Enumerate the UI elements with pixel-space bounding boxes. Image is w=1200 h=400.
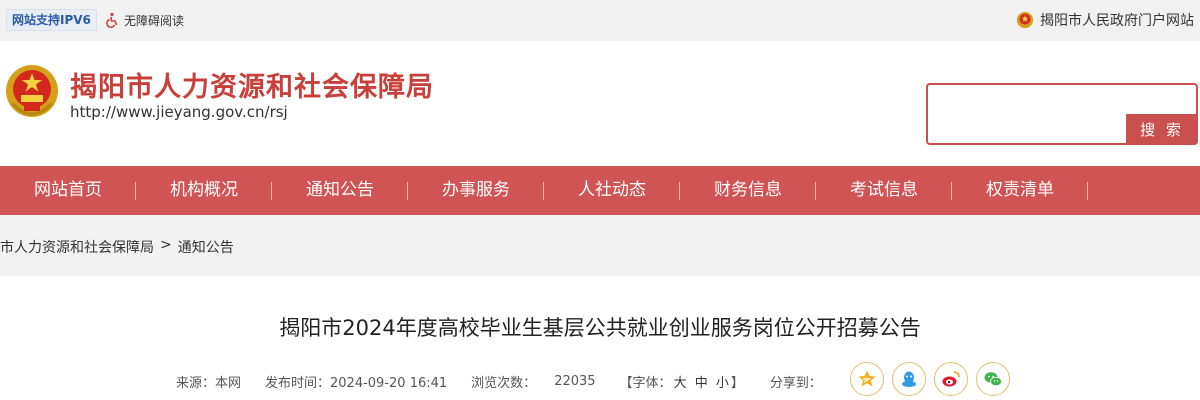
main-nav: 网站首页 机构概况 通知公告 办事服务 人社动态 财务信息 考试信息 权责清单 xyxy=(0,166,1200,215)
article-title: 揭阳市2024年度高校毕业生基层公共就业创业服务岗位公开招募公告 xyxy=(279,316,921,340)
nav-item-notices[interactable]: 通知公告 xyxy=(272,166,408,215)
qq-icon xyxy=(902,371,916,387)
accessibility-link[interactable]: 无障碍阅读 xyxy=(104,10,184,30)
breadcrumb-separator: > xyxy=(160,237,172,253)
nav-item-services[interactable]: 办事服务 xyxy=(408,166,544,215)
qzone-icon xyxy=(858,370,876,387)
breadcrumb-root[interactable]: 市人力资源和社会保障局 xyxy=(0,237,154,257)
font-size-control: 【字体：大 中 小】 xyxy=(620,372,744,391)
share-weibo-button[interactable] xyxy=(934,362,968,396)
search-box: 搜 索 xyxy=(926,83,1198,145)
nav-item-home[interactable]: 网站首页 xyxy=(0,166,136,215)
font-medium-button[interactable]: 中 xyxy=(695,376,708,391)
search-button[interactable]: 搜 索 xyxy=(1126,114,1198,145)
ipv6-badge: 网站支持IPV6 xyxy=(6,9,97,31)
font-large-button[interactable]: 大 xyxy=(674,376,687,391)
share-qq-button[interactable] xyxy=(892,362,926,396)
wheelchair-icon xyxy=(106,12,118,28)
nav-item-finance[interactable]: 财务信息 xyxy=(680,166,816,215)
national-emblem-icon xyxy=(1016,11,1034,29)
share-wechat-button[interactable] xyxy=(976,362,1010,396)
article-views: 22035 xyxy=(554,373,596,389)
top-bar: 网站支持IPV6 无障碍阅读 揭阳市人民政府门户网站 xyxy=(0,0,1200,41)
breadcrumb-band: 市人力资源和社会保障局 > 通知公告 xyxy=(0,215,1200,276)
font-size-label: 【字体： xyxy=(619,375,672,391)
site-header: 揭阳市人力资源和社会保障局 http://www.jieyang.gov.cn/… xyxy=(0,41,1200,166)
font-small-button[interactable]: 小 xyxy=(716,376,729,391)
weibo-icon xyxy=(942,371,960,387)
nav-item-powers[interactable]: 权责清单 xyxy=(952,166,1088,215)
site-title: 揭阳市人力资源和社会保障局 xyxy=(70,72,434,103)
search-input[interactable] xyxy=(934,93,1124,119)
article-meta: 来源：本网 发布时间：2024-09-20 16:41 浏览次数： 22035 … xyxy=(176,371,822,391)
site-url[interactable]: http://www.jieyang.gov.cn/rsj xyxy=(70,103,288,121)
article-source: 来源：本网 xyxy=(176,375,242,391)
breadcrumb: 市人力资源和社会保障局 > 通知公告 xyxy=(0,237,234,257)
share-label: 分享到： xyxy=(769,375,822,391)
article-views-label: 浏览次数： xyxy=(471,375,537,391)
breadcrumb-current[interactable]: 通知公告 xyxy=(178,237,234,257)
nav-item-news[interactable]: 人社动态 xyxy=(544,166,680,215)
accessibility-label: 无障碍阅读 xyxy=(124,13,185,28)
nav-item-about[interactable]: 机构概况 xyxy=(136,166,272,215)
font-size-close: 】 xyxy=(730,375,744,391)
share-buttons xyxy=(850,362,1010,396)
wechat-icon xyxy=(984,372,1002,387)
national-emblem-logo-icon xyxy=(6,65,58,117)
nav-item-exams[interactable]: 考试信息 xyxy=(816,166,952,215)
portal-link[interactable]: 揭阳市人民政府门户网站 xyxy=(1016,10,1194,30)
share-qzone-button[interactable] xyxy=(850,362,884,396)
article-published: 发布时间：2024-09-20 16:41 xyxy=(265,375,448,391)
portal-label: 揭阳市人民政府门户网站 xyxy=(1040,13,1194,29)
